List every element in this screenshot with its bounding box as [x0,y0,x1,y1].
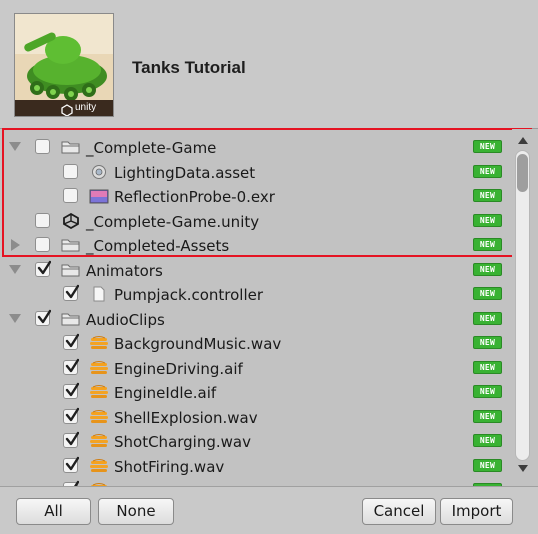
asset-row[interactable]: _Complete-Game.unity NEW [0,209,510,234]
scroll-up-arrow-icon[interactable] [518,137,528,144]
asset-checkbox[interactable] [63,382,79,399]
asset-label: Pumpjack.controller [114,286,264,304]
asset-label: EngineDriving.aif [114,359,243,378]
scrollbar-thumb[interactable] [517,154,528,192]
asset-checkbox[interactable] [63,456,79,473]
asset-label: BackgroundMusic.wav [114,335,282,353]
package-thumbnail: unity [14,13,114,117]
asset-label: ShotCharging.wav [114,433,251,451]
asset-row[interactable]: NEW [0,478,510,486]
package-title: Tanks Tutorial [132,58,246,77]
new-badge: NEW [473,360,502,374]
asset-label: ShellExplosion.wav [114,408,258,427]
new-badge: NEW [473,213,502,227]
new-badge: NEW [473,434,502,447]
asset-checkbox[interactable] [35,260,51,277]
asset-label: ShotFiring.wav [114,457,225,476]
asset-label: ReflectionProbe-0.exr [114,188,275,206]
select-all-button[interactable]: All [16,498,91,525]
folder-icon [61,311,81,327]
new-badge: NEW [473,262,502,276]
asset-row[interactable]: _Completed-Assets NEW [0,233,510,258]
audio-clip-icon [89,458,109,474]
asset-label: AudioClips [86,310,165,329]
asset-row[interactable]: ShellExplosion.wav NEW [0,405,510,430]
file-icon [89,286,109,302]
asset-label: _Complete-Game.unity [86,212,260,231]
asset-checkbox[interactable] [35,212,50,228]
asset-checkbox[interactable] [35,237,50,252]
asset-checkbox[interactable] [63,358,79,375]
new-badge: NEW [473,287,502,300]
audio-clip-icon [89,384,109,400]
asset-row[interactable]: _Complete-Game NEW [0,135,510,160]
asset-checkbox[interactable] [63,163,78,179]
audio-clip-icon [89,433,109,449]
lighting-data-icon [89,164,109,180]
asset-row[interactable]: ReflectionProbe-0.exr NEW [0,184,510,209]
new-badge: NEW [473,238,502,251]
import-button[interactable]: Import [440,498,513,525]
asset-row[interactable]: LightingData.asset NEW [0,160,510,185]
asset-label: EngineIdle.aif [114,384,217,402]
asset-label: Animators [86,261,163,280]
expand-triangle-down-icon[interactable] [9,142,21,151]
asset-checkbox[interactable] [35,309,51,326]
asset-row[interactable]: AudioClips NEW [0,307,510,332]
asset-row[interactable]: EngineIdle.aif NEW [0,380,510,405]
asset-checkbox[interactable] [63,188,78,203]
new-badge: NEW [473,385,502,398]
asset-checkbox[interactable] [63,407,79,424]
folder-icon [61,139,81,155]
image-file-icon [89,188,109,204]
new-badge: NEW [473,336,502,349]
select-none-button[interactable]: None [98,498,174,525]
asset-checkbox[interactable] [63,333,79,350]
expand-triangle-down-icon[interactable] [9,264,21,274]
audio-clip-icon [89,409,109,425]
dialog-footer: All None Cancel Import [0,486,538,534]
audio-clip-icon [89,360,109,376]
asset-tree-list[interactable]: _Complete-Game NEW LightingData.asset NEW Re… [0,128,538,486]
asset-label: _Complete-Game [86,139,217,157]
folder-icon [61,262,81,278]
cancel-button[interactable]: Cancel [362,498,436,525]
new-badge: NEW [473,140,502,153]
package-header: unity Tanks Tutorial [0,0,538,128]
asset-label: _Completed-Assets [86,237,230,255]
asset-label: LightingData.asset [114,163,256,182]
asset-row[interactable]: EngineDriving.aif NEW [0,356,510,381]
asset-row[interactable]: ShotCharging.wav NEW [0,429,510,454]
expand-triangle-right-icon[interactable] [11,239,20,251]
unity-scene-icon [61,212,81,229]
folder-icon [61,237,81,253]
new-badge: NEW [473,409,502,423]
expand-triangle-down-icon[interactable] [9,313,21,323]
asset-row[interactable]: Animators NEW [0,258,510,283]
asset-row[interactable]: ShotFiring.wav NEW [0,454,510,479]
new-badge: NEW [473,311,502,325]
asset-checkbox[interactable] [35,139,50,154]
asset-checkbox[interactable] [63,284,79,301]
asset-row[interactable]: Pumpjack.controller NEW [0,282,510,307]
scroll-down-arrow-icon[interactable] [518,465,528,472]
scrollbar-track[interactable] [515,150,530,461]
unity-logo-text: unity [75,102,97,113]
asset-row[interactable]: BackgroundMusic.wav NEW [0,331,510,356]
new-badge: NEW [473,458,502,472]
asset-checkbox[interactable] [63,431,79,448]
new-badge: NEW [473,164,502,178]
new-badge: NEW [473,189,502,202]
vertical-scrollbar[interactable] [512,129,534,485]
audio-clip-icon [89,335,109,351]
